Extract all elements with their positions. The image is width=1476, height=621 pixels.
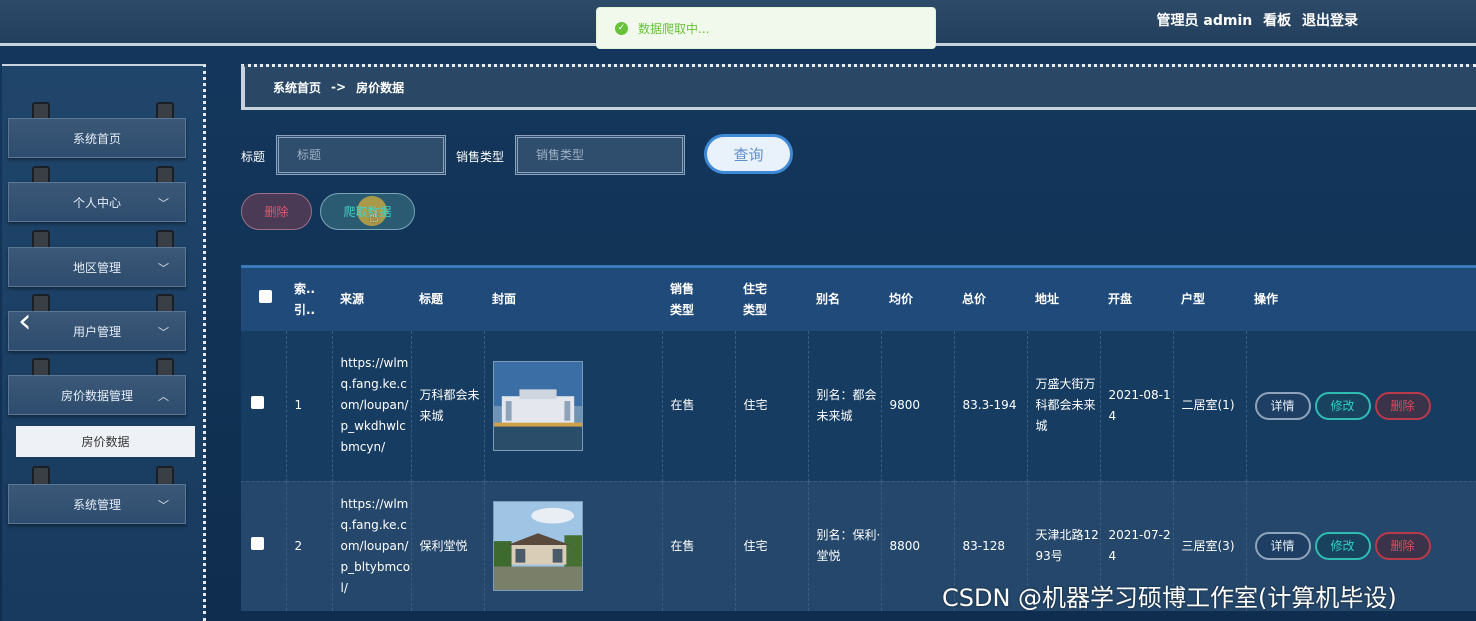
detail-button[interactable]: 详情	[1254, 391, 1311, 420]
crawl-data-button[interactable]: 爬取数据	[320, 193, 415, 230]
cell-cover	[483, 331, 662, 481]
edit-button[interactable]: 修改	[1314, 532, 1371, 561]
cell-cover	[483, 481, 662, 611]
chevron-down-icon: ﹀	[158, 262, 169, 275]
sidebar-item-system-management[interactable]: 系统管理 ﹀	[8, 484, 186, 524]
cover-image	[492, 360, 583, 451]
sidebar-subitem-house-data[interactable]: 房价数据	[16, 426, 195, 457]
title-filter-label: 标题	[241, 150, 266, 164]
hand-cursor-icon: ☝	[369, 207, 379, 226]
cell-total-price: 83.3-194	[953, 331, 1027, 481]
sale-type-filter-label: 销售类型	[456, 150, 505, 164]
column-header-layout: 户型	[1181, 292, 1206, 306]
breadcrumb-separator: ->	[331, 80, 347, 94]
cell-title: 保利堂悦	[410, 481, 484, 611]
cell-sale-type: 在售	[661, 481, 735, 611]
sidebar-item-label: 系统管理	[72, 497, 121, 512]
title-search-input[interactable]	[276, 135, 446, 175]
sidebar-item-label: 系统首页	[72, 131, 121, 146]
column-header-avg-price: 均价	[889, 292, 914, 306]
row-checkbox[interactable]	[251, 536, 264, 550]
breadcrumb-current: 房价数据	[356, 80, 405, 95]
column-header-address: 地址	[1035, 292, 1060, 306]
check-circle-icon: ✓	[615, 21, 628, 35]
cell-house-type: 住宅	[734, 481, 808, 611]
board-link[interactable]: 看板	[1263, 13, 1291, 29]
cell-sale-type: 在售	[661, 331, 735, 481]
sidebar-item-label: 用户管理	[72, 324, 121, 339]
sidebar: 系统首页 个人中心 ﹀ 地区管理 ﹀ 用户管理 ﹀ 房价数据管理 ︿ 房价数据 …	[2, 64, 206, 621]
topbar-user-area: 管理员 admin 看板 退出登录	[1151, 10, 1358, 30]
table-header-row: 索.. 引.. 来源 标题 封面 销售 类型 住宅 类型 别名 均价 总价 地址 开盘…	[241, 268, 1476, 331]
logout-link[interactable]: 退出登录	[1302, 13, 1358, 29]
cell-source: https://wlmq.fang.ke.com/loupan/p_bltybm…	[331, 481, 411, 611]
success-toast: ✓ 数据爬取中...	[596, 7, 936, 49]
column-header-total-price: 总价	[962, 292, 987, 306]
sidebar-item-personal-center[interactable]: 个人中心 ﹀	[8, 182, 186, 222]
breadcrumb: 系统首页 -> 房价数据	[241, 64, 1476, 110]
chevron-down-icon: ﹀	[158, 197, 169, 210]
cell-house-type: 住宅	[734, 331, 808, 481]
column-header-index[interactable]: 索.. 引..	[286, 268, 332, 331]
cell-address: 万盛大街万科都会未来城	[1026, 331, 1100, 481]
cell-opening: 2021-08-14	[1099, 331, 1173, 481]
delete-button[interactable]: 删除	[1374, 532, 1431, 561]
cell-avg-price: 9800	[880, 331, 954, 481]
binder-clip-icon	[156, 466, 174, 490]
sidebar-item-region-management[interactable]: 地区管理 ﹀	[8, 247, 186, 287]
table-row: 1 https://wlmq.fang.ke.com/loupan/p_wkdh…	[241, 331, 1476, 481]
select-all-checkbox[interactable]	[259, 290, 272, 303]
row-checkbox[interactable]	[251, 396, 264, 410]
edit-button[interactable]: 修改	[1314, 391, 1371, 420]
column-header-title: 标题	[419, 292, 444, 306]
cell-operations: 详情 修改 删除	[1245, 331, 1476, 481]
sidebar-item-house-data-management[interactable]: 房价数据管理 ︿	[8, 375, 186, 415]
toast-message: 数据爬取中...	[638, 21, 710, 36]
house-data-table: 索.. 引.. 来源 标题 封面 销售 类型 住宅 类型 别名 均价 总价 地址 开盘…	[241, 265, 1476, 621]
column-header-house-type: 住宅 类型	[743, 281, 768, 317]
collapse-arrow-icon[interactable]: ‹	[18, 304, 32, 338]
cell-source: https://wlmq.fang.ke.com/loupan/p_wkdhwl…	[331, 331, 411, 481]
sidebar-item-label: 个人中心	[72, 195, 121, 210]
cell-alias: 别名：保利·堂悦	[807, 481, 881, 611]
query-button[interactable]: 查询	[704, 134, 793, 174]
crawl-button-label: 爬取数据	[343, 205, 392, 219]
sale-type-search-input[interactable]	[515, 135, 685, 175]
sidebar-item-label: 地区管理	[72, 260, 121, 275]
cell-layout: 二居室(1)	[1172, 331, 1246, 481]
column-header-opening: 开盘	[1108, 292, 1133, 306]
column-header-operation: 操作	[1254, 292, 1279, 306]
cell-alias: 别名：都会未来城	[807, 331, 881, 481]
column-header-sale-type: 销售 类型	[670, 281, 695, 317]
cell-index: 2	[285, 481, 332, 611]
column-header-alias: 别名	[816, 292, 841, 306]
column-header-source: 来源	[340, 292, 365, 306]
breadcrumb-home[interactable]: 系统首页	[273, 79, 321, 96]
chevron-up-icon: ︿	[158, 390, 169, 403]
sidebar-item-user-management[interactable]: 用户管理 ﹀	[8, 311, 186, 351]
chevron-down-icon: ﹀	[158, 326, 169, 339]
delete-button[interactable]: 删除	[1374, 391, 1431, 420]
cell-title: 万科都会未来城	[410, 331, 484, 481]
binder-clip-icon	[32, 466, 50, 490]
detail-button[interactable]: 详情	[1254, 532, 1311, 561]
sidebar-item-label: 房价数据管理	[60, 388, 133, 403]
chevron-down-icon: ﹀	[158, 499, 169, 512]
sidebar-item-home[interactable]: 系统首页	[8, 118, 186, 158]
cell-index: 1	[285, 331, 332, 481]
admin-user-label: 管理员 admin	[1156, 13, 1253, 29]
column-header-cover: 封面	[492, 292, 517, 306]
watermark-text: CSDN @机器学习硕博工作室(计算机毕设)	[942, 584, 1397, 612]
batch-delete-button[interactable]: 删除	[241, 193, 312, 230]
cover-image	[492, 501, 583, 592]
